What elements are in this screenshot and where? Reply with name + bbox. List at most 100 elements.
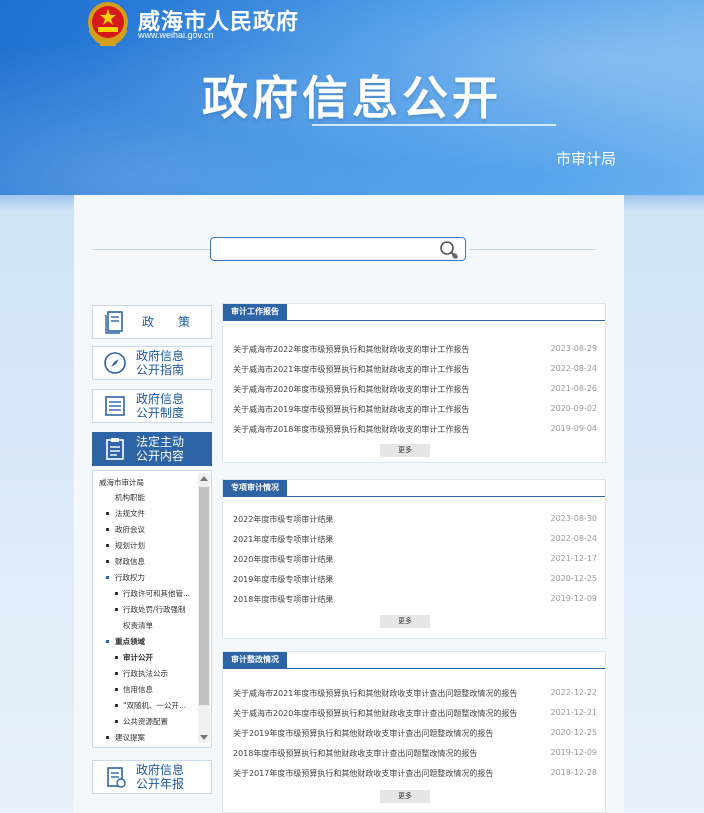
item-title[interactable]: 关于威海市2020年度市级预算执行和其他财政收支的审计工作报告 [233,384,469,395]
item-date: 2021-08-26 [550,384,598,393]
list-item[interactable]: 2020年度市级专项审计结果 2021-12-17 [233,554,597,566]
tree-item[interactable]: 权责清单 [123,620,153,631]
list-item[interactable]: 2019年度市级专项审计结果 2020-12-25 [233,574,597,586]
tree-item[interactable]: 建议提案 [115,732,145,743]
bullet-icon [106,560,109,563]
sidebar-item-annual-report[interactable]: 政府信息 公开年报 [92,760,212,794]
sidebar-item-guide[interactable]: 政府信息 公开指南 [92,346,212,380]
bullet-icon [115,608,118,611]
tree-item[interactable]: "双随机、一公开... [123,700,186,711]
tree-item[interactable]: 行政许可和其他管... [123,588,190,599]
section-title[interactable]: 审计工作报告 [223,304,287,320]
list-item[interactable]: 关于威海市2021年度市级预算执行和其他财政收支审计查出问题整改情况的报告 202… [233,688,597,700]
section-title[interactable]: 审计整改情况 [223,652,287,668]
section-divider [223,320,605,321]
list-item[interactable]: 2022年度市级专项审计结果 2023-08-30 [233,514,597,526]
expand-icon[interactable] [106,640,109,643]
item-title[interactable]: 2022年度市级专项审计结果 [233,514,333,525]
list-item[interactable]: 关于威海市2022年度市级预算执行和其他财政收支的审计工作报告 2023-08-2… [233,344,597,356]
item-date: 2020-12-25 [550,574,598,583]
sidebar-item-policy[interactable]: 政 策 [92,305,212,339]
item-title[interactable]: 关于威海市2018年度市级预算执行和其他财政收支的审计工作报告 [233,424,469,435]
item-title[interactable]: 关于2019年度市级预算执行和其他财政收支审计查出问题整改情况的报告 [233,728,493,739]
item-date: 2022-12-22 [550,688,598,697]
expand-icon[interactable] [106,576,109,579]
bullet-icon [115,592,118,595]
tree-item[interactable]: 行政处罚/行政强制 [123,604,186,615]
list-item[interactable]: 关于威海市2021年度市级预算执行和其他财政收支的审计工作报告 2022-08-2… [233,364,597,376]
page-title: 政府信息公开 [202,71,502,125]
item-title[interactable]: 2019年度市级专项审计结果 [233,574,333,585]
clipboard-icon [106,438,124,460]
list-item[interactable]: 关于2019年度市级预算执行和其他财政收支审计查出问题整改情况的报告 2020-1… [233,728,597,740]
department-name: 市审计局 [555,150,616,168]
list-item[interactable]: 2018年度市级专项审计结果 2019-12-09 [233,594,597,606]
bullet-icon [106,544,109,547]
site-url[interactable]: www.weihai.gov.cn [138,30,213,40]
tree-item[interactable]: 威海市审计局 [99,477,144,488]
list-item[interactable]: 关于威海市2019年度市级预算执行和其他财政收支的审计工作报告 2020-09-0… [233,404,597,416]
category-tree: 威海市审计局 机构职能 法规文件 政府会议 规划计划 财政信息 行政权力 行政许… [92,470,212,748]
more-button[interactable]: 更多 [380,615,430,628]
bullet-icon [115,672,118,675]
item-title[interactable]: 2020年度市级专项审计结果 [233,554,333,565]
list-item[interactable]: 关于威海市2020年度市级预算执行和其他财政收支审计查出问题整改情况的报告 202… [233,708,597,720]
site-header: 威海市人民政府 www.weihai.gov.cn 政府信息公开 市审计局 [0,0,704,195]
item-date: 2019-12-09 [550,748,598,757]
title-underline [312,124,556,126]
item-date: 2021-12-17 [550,554,598,563]
scroll-up-icon[interactable] [200,476,208,481]
item-title[interactable]: 关于2017年度市级预算执行和其他财政收支审计查出问题整改情况的报告 [233,768,493,779]
tree-item[interactable]: 公共资源配置 [123,716,168,727]
search-divider-right [470,249,596,250]
item-title[interactable]: 2021年度市级专项审计结果 [233,534,333,545]
item-title[interactable]: 2018年度市级专项审计结果 [233,594,333,605]
search-divider-left [92,249,210,250]
tree-item[interactable]: 法规文件 [115,508,145,519]
search-input[interactable] [215,240,435,258]
list-item[interactable]: 2021年度市级专项审计结果 2022-08-24 [233,534,597,546]
list-item[interactable]: 关于威海市2018年度市级预算执行和其他财政收支的审计工作报告 2019-09-0… [233,424,597,436]
more-button[interactable]: 更多 [380,444,430,457]
section-audit-report: 审计工作报告 关于威海市2022年度市级预算执行和其他财政收支的审计工作报告 20… [222,303,606,463]
tree-item[interactable]: 行政权力 [115,572,145,583]
bullet-icon [115,720,118,723]
list-item[interactable]: 2018年度市级预算执行和其他财政收支审计查出问题整改情况的报告 2019-12-… [233,748,597,760]
scroll-down-icon[interactable] [200,735,208,740]
section-divider [223,496,605,497]
tree-item[interactable]: 行政执法公示 [123,668,168,679]
tree-item-active[interactable]: 审计公开 [123,652,153,663]
sidebar-item-system[interactable]: 政府信息 公开制度 [92,389,212,423]
item-date: 2020-09-02 [550,404,598,413]
list-item[interactable]: 关于2017年度市级预算执行和其他财政收支审计查出问题整改情况的报告 2018-1… [233,768,597,780]
search-icon[interactable] [439,240,459,260]
item-date: 2022-08-24 [550,534,598,543]
tree-item[interactable]: 重点领域 [115,636,145,647]
tree-item[interactable]: 财政信息 [115,556,145,567]
search-box[interactable] [210,237,466,261]
scrollbar-thumb[interactable] [199,487,209,705]
section-title[interactable]: 专项审计情况 [223,480,287,496]
item-date: 2018-12-28 [550,768,598,777]
section-audit-rectification: 审计整改情况 关于威海市2021年度市级预算执行和其他财政收支审计查出问题整改情… [222,651,606,813]
item-title[interactable]: 2018年度市级预算执行和其他财政收支审计查出问题整改情况的报告 [233,748,477,759]
tree-item[interactable]: 机构职能 [115,492,145,503]
tree-item[interactable]: 规划计划 [115,540,145,551]
tree-item[interactable]: 信用信息 [123,684,153,695]
item-title[interactable]: 关于威海市2019年度市级预算执行和其他财政收支的审计工作报告 [233,404,469,415]
bullet-icon [115,656,118,659]
list-item[interactable]: 关于威海市2020年度市级预算执行和其他财政收支的审计工作报告 2021-08-2… [233,384,597,396]
national-emblem-icon [88,2,128,46]
item-title[interactable]: 关于威海市2022年度市级预算执行和其他财政收支的审计工作报告 [233,344,469,355]
item-title[interactable]: 关于威海市2021年度市级预算执行和其他财政收支的审计工作报告 [233,364,469,375]
item-title[interactable]: 关于威海市2021年度市级预算执行和其他财政收支审计查出问题整改情况的报告 [233,688,517,699]
bullet-icon [115,688,118,691]
item-title[interactable]: 关于威海市2020年度市级预算执行和其他财政收支审计查出问题整改情况的报告 [233,708,517,719]
tree-item[interactable]: 政府会议 [115,524,145,535]
more-button[interactable]: 更多 [380,790,430,803]
item-date: 2022-08-24 [550,364,598,373]
list-icon [105,396,125,416]
tree-scrollbar[interactable] [198,473,210,743]
document-icon [105,311,123,334]
sidebar-item-statutory[interactable]: 法定主动 公开内容 [92,432,212,466]
